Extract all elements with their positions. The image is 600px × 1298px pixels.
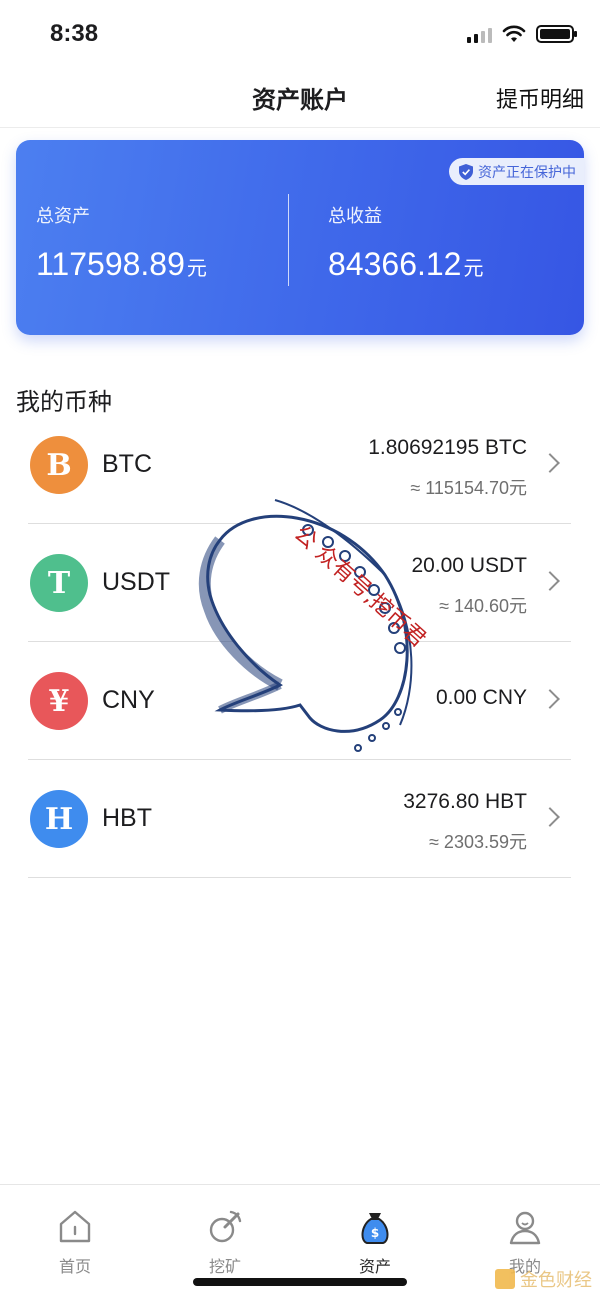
tab-home[interactable]: 首页: [25, 1207, 125, 1277]
withdraw-details-link[interactable]: 提币明细: [496, 82, 584, 114]
bitcoin-icon: B: [30, 436, 88, 494]
coin-row-hbt[interactable]: H HBT 3276.80 HBT ≈ 2303.59元: [28, 760, 571, 878]
corner-watermark: 金色财经: [495, 1266, 592, 1292]
total-assets-unit: 元: [186, 258, 207, 280]
card-divider: [288, 194, 289, 286]
tab-assets[interactable]: $ 资产: [325, 1207, 425, 1277]
navigation-bar: 资产账户 提币明细: [0, 70, 600, 128]
tab-label: 首页: [58, 1257, 91, 1276]
cellular-signal-icon: [467, 25, 492, 43]
total-assets-value: 117598.89: [36, 246, 185, 282]
total-income-value: 84366.12: [328, 246, 462, 282]
pickaxe-icon: [209, 1210, 242, 1243]
hbt-icon: H: [30, 790, 88, 848]
asset-summary-card: 资产正在保护中 总资产 117598.89 元 总收益 84366.12 元: [16, 140, 584, 335]
coin-value: ≈ 115154.70元: [410, 478, 527, 498]
battery-icon: [536, 25, 577, 43]
chevron-right-icon: [540, 689, 560, 709]
svg-text:$: $: [371, 1226, 379, 1240]
status-icons: [467, 25, 577, 43]
protection-badge: 资产正在保护中: [449, 158, 584, 185]
coin-value: ≈ 140.60元: [439, 596, 527, 616]
coin-amount: 20.00 USDT: [411, 554, 527, 577]
money-bag-icon: $: [361, 1213, 389, 1244]
home-indicator: [193, 1278, 407, 1286]
chevron-right-icon: [540, 807, 560, 827]
tab-label: 挖矿: [208, 1257, 241, 1276]
total-income: 总收益 84366.12 元: [328, 202, 483, 283]
jinse-logo-icon: [495, 1269, 515, 1289]
shield-icon: [459, 163, 473, 180]
coin-name: BTC: [102, 450, 152, 478]
total-income-unit: 元: [463, 258, 484, 280]
tab-mining[interactable]: 挖矿: [175, 1207, 275, 1277]
coin-amount: 0.00 CNY: [435, 686, 527, 709]
protection-badge-text: 资产正在保护中: [478, 164, 576, 181]
tether-icon: T: [30, 554, 88, 612]
tab-label: 资产: [358, 1257, 391, 1276]
status-bar: 8:38: [0, 0, 600, 70]
status-time: 8:38: [50, 20, 99, 47]
coin-value: ≈ 2303.59元: [429, 832, 527, 852]
wifi-icon: [502, 25, 526, 42]
total-income-amount: 84366.12 元: [328, 246, 483, 283]
profile-icon: [509, 1211, 541, 1245]
coin-row-usdt[interactable]: T USDT 20.00 USDT ≈ 140.60元: [28, 524, 571, 642]
coin-name: HBT: [102, 804, 152, 832]
yuan-icon: ¥: [30, 672, 88, 730]
total-assets-label: 总资产: [36, 206, 90, 227]
coin-name: USDT: [102, 568, 171, 596]
coin-row-cny[interactable]: ¥ CNY 0.00 CNY: [28, 642, 571, 760]
coin-list: B BTC 1.80692195 BTC ≈ 115154.70元 T USDT…: [28, 406, 571, 878]
total-assets: 总资产 117598.89 元: [36, 202, 207, 283]
total-income-label: 总收益: [328, 206, 382, 227]
chevron-right-icon: [540, 571, 560, 591]
coin-row-btc[interactable]: B BTC 1.80692195 BTC ≈ 115154.70元: [28, 406, 571, 524]
coin-name: CNY: [102, 686, 155, 714]
chevron-right-icon: [540, 453, 560, 473]
coin-amount: 1.80692195 BTC: [368, 436, 527, 459]
total-assets-amount: 117598.89 元: [36, 246, 207, 283]
corner-watermark-text: 金色财经: [520, 1270, 592, 1291]
coin-amount: 3276.80 HBT: [403, 790, 527, 813]
home-icon: [59, 1210, 91, 1243]
